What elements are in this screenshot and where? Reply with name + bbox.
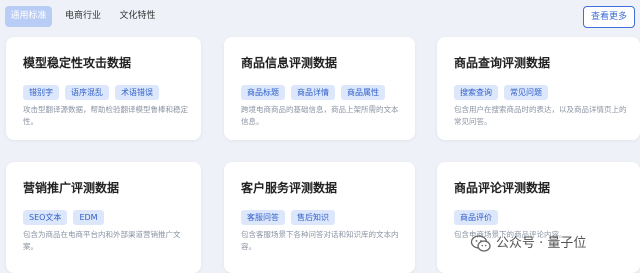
tag: 语序混乱	[65, 85, 109, 100]
tag: 商品评价	[454, 210, 498, 225]
card-description: 包含客服场景下各种问答对话和知识库的文本内容。	[241, 230, 399, 251]
tag: 售后知识	[291, 210, 335, 225]
card-title: 商品信息评测数据	[241, 56, 338, 70]
tag: 客服问答	[241, 210, 285, 225]
card-title: 商品评论评测数据	[454, 181, 551, 195]
category-tabbar: 通用标准 电商行业 文化特性 查看更多	[0, 0, 640, 34]
card-description: 包含用户在搜索商品时的表达，以及商品详情页上的常见问答。	[454, 105, 627, 126]
dataset-card[interactable]: 商品查询评测数据 搜索查询 常见问题 包含用户在搜索商品时的表达，以及商品详情页上…	[437, 37, 640, 140]
tag-list: 搜索查询 常见问题	[454, 80, 554, 100]
tag: 商品详情	[291, 85, 335, 100]
tab-general-standard[interactable]: 通用标准	[5, 6, 52, 27]
view-more-button[interactable]: 查看更多	[583, 6, 635, 28]
card-description: 包含为商品在电商平台内和外部渠道营销推广文案。	[23, 230, 181, 251]
dataset-card[interactable]: 商品信息评测数据 商品标题 商品详情 商品属性 跨境电商商品的基础信息，商品上架所需…	[224, 37, 415, 140]
card-description: 跨境电商商品的基础信息，商品上架所需的文本信息。	[241, 105, 399, 126]
tag: 商品标题	[241, 85, 285, 100]
tag-list: 商品评价	[454, 205, 504, 225]
watermark: 公众号 · 量子位	[470, 232, 586, 256]
tag: SEO文本	[23, 210, 68, 225]
tag-list: 客服问答 售后知识	[241, 205, 341, 225]
tag-list: 错别字 语序混乱 术语错误	[23, 80, 165, 100]
dataset-card[interactable]: 商品评论评测数据 商品评价 包含电商场景下的商品评论内容。	[437, 162, 640, 273]
card-title: 客户服务评测数据	[241, 181, 338, 195]
tag-list: 商品标题 商品详情 商品属性	[241, 80, 391, 100]
tag: 术语错误	[115, 85, 159, 100]
dataset-card[interactable]: 客户服务评测数据 客服问答 售后知识 包含客服场景下各种问答对话和知识库的文本内容…	[224, 162, 415, 273]
card-title: 营销推广评测数据	[23, 181, 120, 195]
tab-cultural-traits[interactable]: 文化特性	[113, 6, 162, 27]
tag: 错别字	[23, 85, 59, 100]
wechat-icon	[470, 233, 492, 255]
card-description: 攻击型翻译源数据，帮助检验翻译模型鲁棒和稳定性。	[23, 105, 188, 126]
tag: EDM	[73, 210, 104, 225]
tag: 商品属性	[341, 85, 385, 100]
tag-list: SEO文本 EDM	[23, 205, 110, 225]
card-title: 商品查询评测数据	[454, 56, 551, 70]
watermark-text: 公众号 · 量子位	[496, 236, 587, 251]
tag: 搜索查询	[454, 85, 498, 100]
dataset-card[interactable]: 模型稳定性攻击数据 错别字 语序混乱 术语错误 攻击型翻译源数据，帮助检验翻译模型鲁…	[6, 37, 201, 140]
tab-ecommerce-industry[interactable]: 电商行业	[60, 6, 106, 27]
card-title: 模型稳定性攻击数据	[23, 56, 132, 70]
tag: 常见问题	[504, 85, 548, 100]
dataset-card[interactable]: 营销推广评测数据 SEO文本 EDM 包含为商品在电商平台内和外部渠道营销推广文案…	[6, 162, 201, 273]
